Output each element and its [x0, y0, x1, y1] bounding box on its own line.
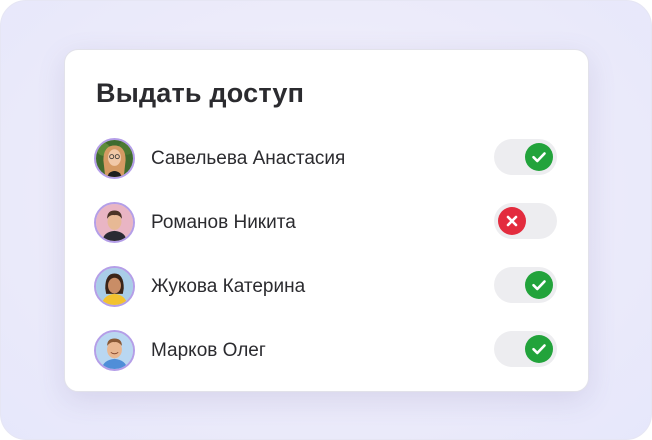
access-toggle[interactable] [494, 203, 557, 239]
access-card: Выдать доступ Савельева Анастасия Романо… [64, 49, 589, 392]
background-frame: Выдать доступ Савельева Анастасия Романо… [0, 0, 652, 440]
check-icon [525, 143, 553, 171]
woman-glasses-avatar-icon [94, 138, 135, 179]
user-name: Савельева Анастасия [151, 148, 346, 169]
card-title: Выдать доступ [96, 78, 305, 108]
user-row: Марков Олег [94, 329, 560, 375]
user-row: Савельева Анастасия [94, 137, 560, 183]
access-toggle[interactable] [494, 331, 557, 367]
man-smiling-avatar-icon [94, 330, 135, 371]
check-icon [525, 335, 553, 363]
cross-icon [498, 207, 526, 235]
user-row: Романов Никита [94, 201, 560, 247]
user-row: Жукова Катерина [94, 265, 560, 311]
user-name: Жукова Катерина [151, 276, 306, 297]
check-icon [525, 271, 553, 299]
man-avatar-icon [94, 202, 135, 243]
user-name: Марков Олег [151, 340, 266, 361]
access-toggle[interactable] [494, 267, 557, 303]
access-toggle[interactable] [494, 139, 557, 175]
woman-yellow-avatar-icon [94, 266, 135, 307]
user-name: Романов Никита [151, 212, 296, 233]
